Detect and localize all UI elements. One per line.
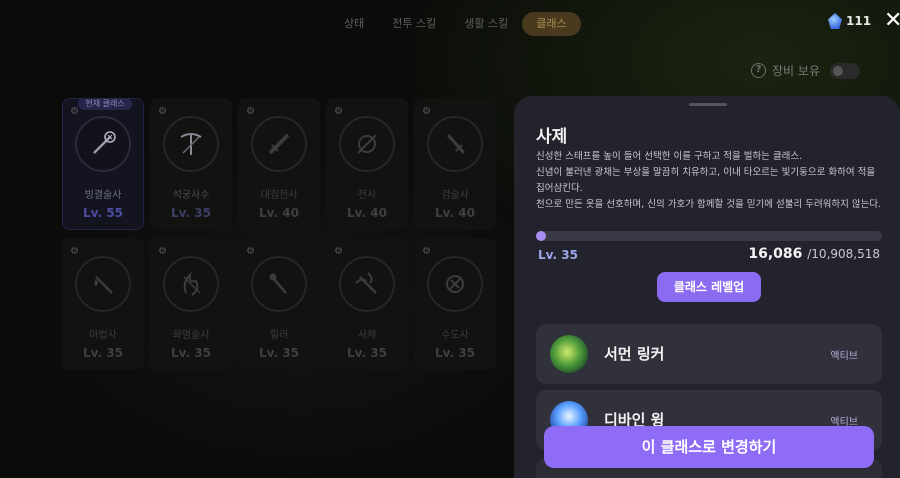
class-name: 사제: [357, 330, 377, 341]
skill-card[interactable]: 서먼 링커 액티브: [536, 324, 882, 384]
class-name: 검술사: [441, 190, 469, 201]
tab-class[interactable]: 클래스: [522, 12, 581, 36]
desc-line: 천으로 만든 옷을 선호하며, 신의 가호가 함께할 것을 믿기에 섣불리 두려…: [536, 199, 882, 210]
tab-combat-skill[interactable]: 전투 스킬: [378, 12, 450, 36]
class-name: 전사: [357, 190, 377, 201]
class-level: Lv. 55: [83, 206, 123, 220]
class-ring: [427, 256, 483, 312]
desc-line: 신성한 스태프를 높이 들어 선택한 이를 구하고 적을 벌하는 클래스.: [536, 151, 803, 162]
class-ring: [75, 116, 131, 172]
staff-icon: [93, 131, 116, 154]
shield-sword-icon: [357, 134, 377, 154]
exp-total: /10,908,518: [807, 247, 880, 261]
crossbow-icon: [180, 133, 202, 155]
class-level: Lv. 40: [259, 206, 299, 220]
exp-current: 16,086: [748, 246, 803, 262]
wand-icon: [94, 276, 113, 294]
class-card-mage[interactable]: ⚙ 마법사 Lv. 35: [62, 238, 144, 370]
exp-progress-fill: [536, 231, 546, 241]
class-level-label: Lv. 35: [538, 248, 578, 262]
class-card-priest[interactable]: ⚙ 사제 Lv. 35: [326, 238, 408, 370]
skill-type: 액티브: [830, 351, 858, 362]
class-level: Lv. 35: [83, 346, 123, 360]
class-level: Lv. 35: [171, 346, 211, 360]
exp-readout: 16,086 /10,908,518: [748, 246, 880, 262]
class-level: Lv. 40: [347, 206, 387, 220]
class-description: 신성한 스태프를 높이 들어 선택한 이를 구하고 적을 벌하는 클래스. 신념…: [536, 149, 886, 213]
flame-staff-icon: [183, 271, 201, 296]
class-card-healer[interactable]: ⚙ 힐러 Lv. 35: [238, 238, 320, 370]
class-card-warrior[interactable]: ⚙ 전사 Lv. 40: [326, 98, 408, 230]
gear-icon: ⚙: [246, 246, 255, 257]
change-class-button[interactable]: 이 클래스로 변경하기: [544, 426, 874, 468]
current-class-badge: 현재 클래스: [78, 98, 132, 110]
gear-icon: ⚙: [422, 106, 431, 117]
tab-status[interactable]: 상태: [330, 12, 378, 36]
class-card-swordsman[interactable]: ⚙ 검술사 Lv. 40: [414, 98, 496, 230]
class-name: 석궁사수: [172, 190, 210, 201]
class-name: 빙결술사: [84, 190, 122, 201]
desc-line: 신념이 불러낸 광채는 부상을 말끔히 치유하고, 이내 타오르는 빛기둥으로 …: [536, 167, 876, 178]
desc-line: 집어삼킨다.: [536, 183, 583, 194]
class-level: Lv. 35: [435, 346, 475, 360]
class-name: 마법사: [89, 330, 117, 341]
class-name: 화염술사: [172, 330, 210, 341]
gear-icon: ⚙: [422, 246, 431, 257]
greatsword-icon: [268, 133, 290, 155]
class-ring: [339, 116, 395, 172]
gear-icon: ⚙: [70, 106, 79, 117]
class-card-ice-mage[interactable]: 현재 클래스 ⚙ 빙결술사 Lv. 55: [62, 98, 144, 230]
class-ring: [163, 116, 219, 172]
tab-life-skill[interactable]: 생활 스킬: [450, 12, 522, 36]
gear-icon: ⚙: [246, 106, 255, 117]
close-icon[interactable]: ✕: [884, 8, 900, 33]
scepter-icon: [269, 273, 287, 294]
sword-icon: [446, 134, 466, 154]
class-level: Lv. 40: [435, 206, 475, 220]
class-detail-panel: 사제 신성한 스태프를 높이 들어 선택한 이를 구하고 적을 벌하는 클래스.…: [514, 96, 900, 478]
class-level: Lv. 35: [347, 346, 387, 360]
class-ring: [163, 256, 219, 312]
class-name: 대검전사: [260, 190, 298, 201]
currency-display: 111: [828, 13, 871, 29]
currency-amount: 111: [846, 14, 872, 28]
skill-name: 서먼 링커: [604, 345, 665, 363]
class-ring: [251, 116, 307, 172]
gear-icon: ⚙: [334, 246, 343, 257]
class-title: 사제: [536, 127, 568, 147]
gear-icon: ⚙: [334, 106, 343, 117]
equip-label: 장비 보유: [772, 64, 820, 78]
class-card-fire-mage[interactable]: ⚙ 화염술사 Lv. 35: [150, 238, 232, 370]
exp-progress-bar: [536, 231, 882, 241]
class-card-crossbow[interactable]: ⚙ 석궁사수 Lv. 35: [150, 98, 232, 230]
class-level: Lv. 35: [259, 346, 299, 360]
class-card-monk[interactable]: ⚙ 수도사 Lv. 35: [414, 238, 496, 370]
fist-icon: [446, 275, 464, 293]
class-ring: [251, 256, 307, 312]
class-card-greatsword[interactable]: ⚙ 대검전사 Lv. 40: [238, 98, 320, 230]
class-ring: [75, 256, 131, 312]
class-name: 힐러: [269, 330, 289, 341]
gear-icon: ⚙: [158, 106, 167, 117]
help-icon[interactable]: ?: [751, 63, 766, 78]
gear-icon: ⚙: [70, 246, 79, 257]
drag-handle[interactable]: [689, 103, 727, 106]
winged-staff-icon: [355, 272, 377, 294]
class-name: 수도사: [441, 330, 469, 341]
equip-filter: ? 장비 보유: [751, 62, 860, 79]
class-ring: [427, 116, 483, 172]
equip-toggle[interactable]: [829, 62, 860, 79]
top-nav: 상태 전투 스킬 생활 스킬 클래스: [330, 12, 581, 36]
gear-icon: ⚙: [158, 246, 167, 257]
class-levelup-button[interactable]: 클래스 레벨업: [657, 272, 761, 302]
gem-icon: [828, 13, 842, 29]
class-level: Lv. 35: [171, 206, 211, 220]
summon-linker-icon: [550, 335, 588, 373]
class-ring: [339, 256, 395, 312]
